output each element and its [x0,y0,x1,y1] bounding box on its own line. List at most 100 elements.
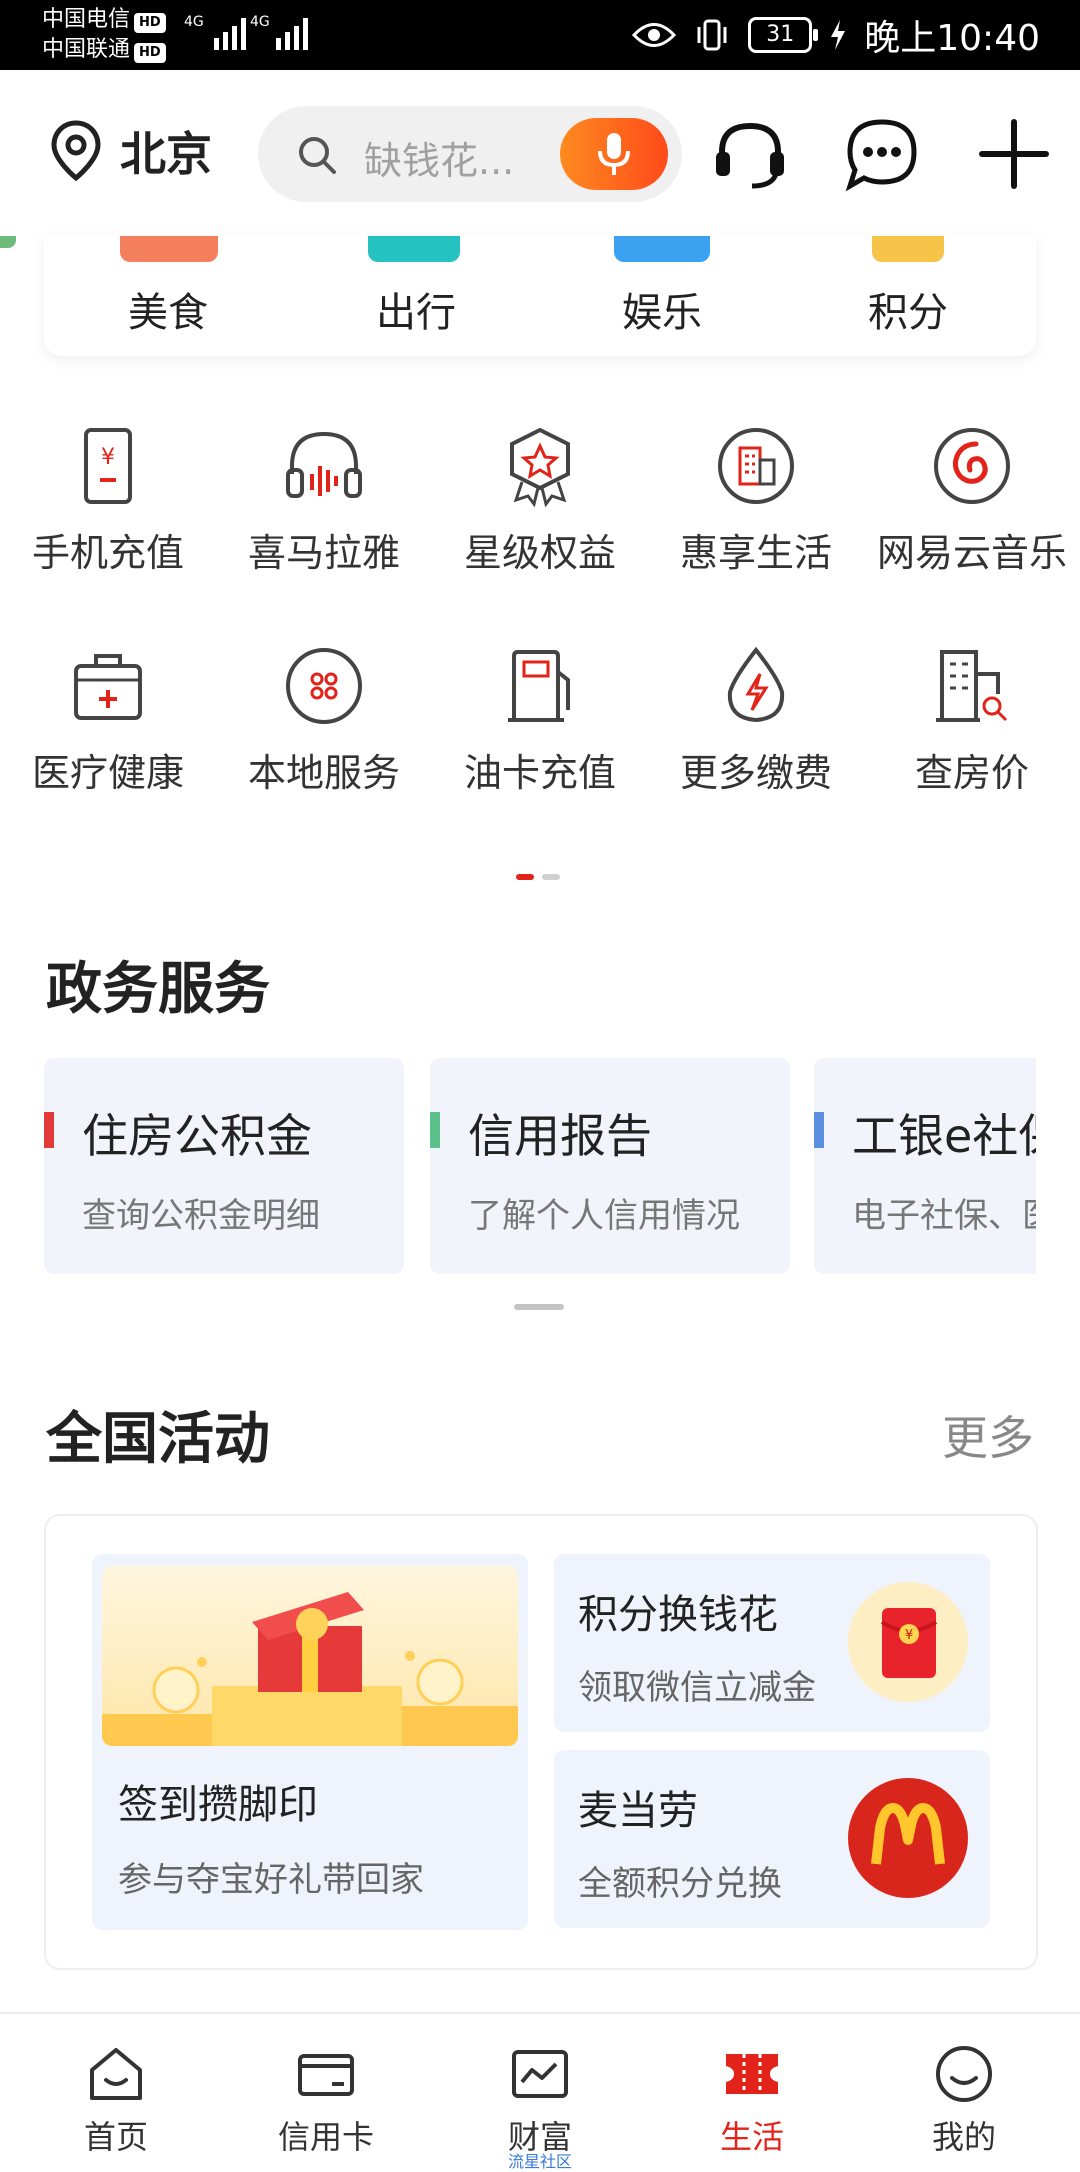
gift-box-illustration [102,1592,518,1746]
home-icon [90,2048,142,2100]
charging-icon [831,20,846,50]
activity-title: 麦当劳 [578,1788,698,1834]
carrier-1: 中国电信 [42,7,131,32]
activity-subtitle: 参与夺宝好礼带回家 [118,1860,424,1900]
network-type-1: 4G [184,14,204,30]
profile-smile-icon [936,2046,992,2102]
mcdonalds-logo-icon [848,1778,968,1898]
tab-sublabel: 流星社区 [507,2152,572,2171]
gov-section-title: 政务服务 [46,957,270,1022]
service-local[interactable]: 本地服务 [216,644,432,797]
headphones-icon [286,431,362,498]
travel-icon [368,236,460,262]
gov-card-title: 工银e社保 [852,1109,1036,1163]
category-entertainment[interactable]: 娱乐 [592,280,732,338]
service-fuel-card[interactable]: 油卡充值 [432,644,648,797]
network-type-2: 4G [250,14,270,30]
gov-card-housing-fund[interactable]: 住房公积金 查询公积金明细 [44,1058,404,1274]
fuel-pump-icon [508,650,570,722]
location-pin-icon [51,120,101,182]
vibrate-icon [697,19,727,51]
star-badge-icon [510,427,570,508]
service-medical[interactable]: 医疗健康 [0,644,216,797]
signal-icon [214,16,246,50]
tab-profile[interactable]: 我的 [856,2014,1072,2162]
hd-badge: HD [134,13,166,33]
netease-music-icon [934,428,1010,504]
more-link[interactable]: 更多 [942,1402,1034,1468]
tab-label: 信用卡 [277,2118,374,2156]
mic-icon [598,133,630,175]
activity-checkin[interactable]: 签到攒脚印 参与夺宝好礼带回家 [92,1554,528,1930]
top-header: 北京 缺钱花... [0,70,1080,238]
service-label: 惠享生活 [679,531,832,575]
headset-icon[interactable] [710,114,790,194]
clock: 晚上10:40 [864,18,1040,59]
search-input[interactable]: 缺钱花... [364,130,514,185]
food-icon [120,236,218,262]
eye-icon [632,23,677,47]
service-label: 星级权益 [463,531,616,575]
gov-card-title: 住房公积金 [82,1109,312,1163]
svg-text:¥: ¥ [905,1628,913,1643]
service-life-benefits[interactable]: 惠享生活 [648,424,864,577]
service-label: 更多缴费 [679,751,832,795]
gov-card-social-security[interactable]: 工银e社保 电子社保、医保 [814,1058,1036,1274]
category-food[interactable]: 美食 [98,280,238,338]
house-search-icon [936,650,1008,722]
service-label: 油卡充值 [463,751,616,795]
gov-card-carousel[interactable]: 住房公积金 查询公积金明细 信用报告 了解个人信用情况 工银e社保 电子社保、医… [44,1058,1036,1280]
tab-label: 生活 [719,2118,784,2156]
service-star-benefits[interactable]: 星级权益 [432,424,648,577]
plus-icon[interactable] [974,114,1054,194]
search-icon [299,137,336,174]
activity-title: 签到攒脚印 [118,1782,318,1828]
category-card: 美食 出行 娱乐 积分 [44,236,1036,356]
page-indicator [516,874,560,880]
service-label: 查房价 [914,751,1029,795]
gov-card-subtitle: 电子社保、医保 [852,1196,1036,1236]
gov-card-subtitle: 查询公积金明细 [82,1196,320,1236]
entertainment-icon [614,236,710,262]
activity-title: 积分换钱花 [578,1592,778,1638]
svg-text:¥: ¥ [101,445,115,470]
category-travel[interactable]: 出行 [346,280,486,338]
service-more-payments[interactable]: 更多缴费 [648,644,864,797]
activity-mcdonalds[interactable]: 麦当劳 全额积分兑换 [554,1750,990,1928]
gov-card-credit-report[interactable]: 信用报告 了解个人信用情况 [430,1058,790,1274]
activities-section-title: 全国活动 [46,1407,270,1472]
service-ximalaya[interactable]: 喜马拉雅 [216,424,432,577]
activity-points-exchange[interactable]: 积分换钱花 领取微信立减金 ¥ [554,1554,990,1732]
location-selector[interactable]: 北京 [50,118,212,184]
banner-edge [0,236,16,248]
life-ticket-icon [726,2054,778,2094]
wealth-chart-icon [512,2050,568,2098]
service-netease-music[interactable]: 网易云音乐 [864,424,1080,577]
tab-wealth[interactable]: 财富 流星社区 [432,2014,648,2171]
activity-subtitle: 全额积分兑换 [578,1864,782,1904]
medical-kit-icon [74,654,142,720]
signal-icon [276,16,308,50]
tab-credit-card[interactable]: 信用卡 [218,2014,434,2162]
service-phone-recharge[interactable]: ¥ 手机充值 [0,424,216,577]
tab-label: 首页 [83,2118,148,2156]
carrier-2: 中国联通 [42,37,131,62]
checkin-banner-image [102,1566,518,1746]
service-label: 本地服务 [247,751,400,795]
points-icon [872,236,944,262]
tab-home[interactable]: 首页 [8,2014,224,2162]
category-points[interactable]: 积分 [838,280,978,338]
chat-bubble-icon[interactable] [842,114,922,194]
service-label: 手机充值 [31,531,184,575]
lightning-drop-icon [727,646,785,723]
search-bar[interactable]: 缺钱花... [258,106,682,202]
battery-icon: 31 [748,17,819,53]
credit-card-icon [298,2054,354,2096]
tab-life[interactable]: 生活 [644,2014,860,2162]
gov-card-title: 信用报告 [468,1109,652,1163]
service-house-price[interactable]: 查房价 [864,644,1080,797]
carousel-scroll-indicator [514,1304,564,1310]
phone-recharge-icon: ¥ [84,428,132,504]
activities-card: 签到攒脚印 参与夺宝好礼带回家 积分换钱花 领取微信立减金 ¥ 麦当劳 全额积分… [44,1514,1038,1970]
voice-search-button[interactable] [560,118,668,190]
